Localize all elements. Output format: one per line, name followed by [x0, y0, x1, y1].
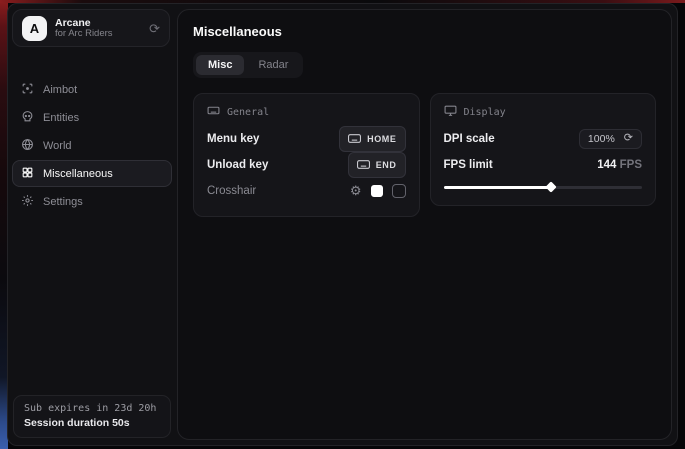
tab-misc[interactable]: Misc [196, 55, 244, 75]
fps-limit-unit: FPS [620, 159, 642, 171]
globe-icon [21, 138, 34, 154]
dpi-scale-value: 100% [588, 133, 615, 145]
reset-refresh-icon[interactable]: ⟳ [624, 133, 633, 144]
card-title: Display [464, 107, 506, 118]
slider-fill [444, 186, 551, 189]
unload-key-bind-button[interactable]: END [348, 152, 406, 178]
menu-key-value: HOME [367, 134, 396, 144]
fps-limit-label: FPS limit [444, 159, 493, 171]
dpi-scale-label: DPI scale [444, 133, 495, 145]
crosshair-color-swatch[interactable] [371, 185, 383, 197]
avatar: A [22, 16, 47, 41]
sidebar-item-settings[interactable]: Settings [12, 188, 172, 215]
menu-key-bind-button[interactable]: HOME [339, 126, 405, 152]
display-card: Display DPI scale 100% ⟳ FPS limit 144 F… [430, 93, 657, 206]
tab-radar[interactable]: Radar [246, 55, 300, 75]
sidebar-item-label: Aimbot [43, 84, 77, 96]
menu-key-row: Menu key HOME [207, 126, 406, 151]
sidebar-item-entities[interactable]: Entities [12, 104, 172, 131]
unload-key-label: Unload key [207, 159, 268, 171]
dpi-scale-row: DPI scale 100% ⟳ [444, 126, 643, 151]
tab-bar: Misc Radar [193, 52, 303, 78]
page-title: Miscellaneous [193, 24, 656, 39]
menu-key-label: Menu key [207, 133, 259, 145]
refresh-icon[interactable]: ⟳ [149, 22, 160, 35]
sidebar-item-label: Settings [43, 196, 83, 208]
sidebar-item-label: World [43, 140, 72, 152]
main-panel: Miscellaneous Misc Radar General Menu ke… [177, 9, 672, 440]
slider-thumb[interactable] [545, 181, 556, 192]
unload-key-value: END [376, 160, 397, 170]
profile-card: A Arcane for Arc Riders ⟳ [12, 9, 170, 47]
keyboard-icon [357, 156, 370, 174]
card-title: General [227, 107, 269, 118]
app-window: A Arcane for Arc Riders ⟳ Category Aimbo… [7, 3, 678, 446]
keyboard-icon [348, 130, 361, 148]
dpi-scale-control[interactable]: 100% ⟳ [579, 129, 642, 149]
unload-key-row: Unload key END [207, 152, 406, 177]
sidebar-item-miscellaneous[interactable]: Miscellaneous [12, 160, 172, 187]
crosshair-row: Crosshair ⚙ [207, 178, 406, 203]
skull-icon [21, 110, 34, 126]
fps-limit-row: FPS limit 144 FPS [444, 152, 643, 177]
crosshair-scan-icon [21, 82, 34, 98]
sidebar: A Arcane for Arc Riders ⟳ Category Aimbo… [8, 4, 176, 445]
session-duration-text: Session duration 50s [24, 417, 160, 429]
keyboard-icon [207, 104, 220, 120]
subscription-card: Sub expires in 23d 20h Session duration … [13, 395, 171, 438]
crosshair-settings-gear-icon[interactable]: ⚙ [350, 184, 362, 197]
crosshair-enable-checkbox[interactable] [392, 184, 406, 198]
sidebar-item-aimbot[interactable]: Aimbot [12, 76, 172, 103]
grid-icon [21, 166, 34, 182]
gear-icon [21, 194, 34, 210]
sidebar-item-label: Miscellaneous [43, 168, 113, 180]
sidebar-item-world[interactable]: World [12, 132, 172, 159]
app-subtitle: for Arc Riders [55, 29, 141, 40]
monitor-icon [444, 104, 457, 120]
general-card: General Menu key HOME Unload key END [193, 93, 420, 217]
sub-expiry-text: Sub expires in 23d 20h [24, 403, 160, 414]
app-title: Arcane [55, 17, 141, 29]
crosshair-label: Crosshair [207, 185, 256, 197]
fps-limit-value: 144 [597, 159, 616, 171]
sidebar-nav: Aimbot Entities World Miscellaneous Sett… [12, 76, 172, 216]
sidebar-item-label: Entities [43, 112, 79, 124]
fps-limit-slider[interactable] [444, 182, 643, 192]
